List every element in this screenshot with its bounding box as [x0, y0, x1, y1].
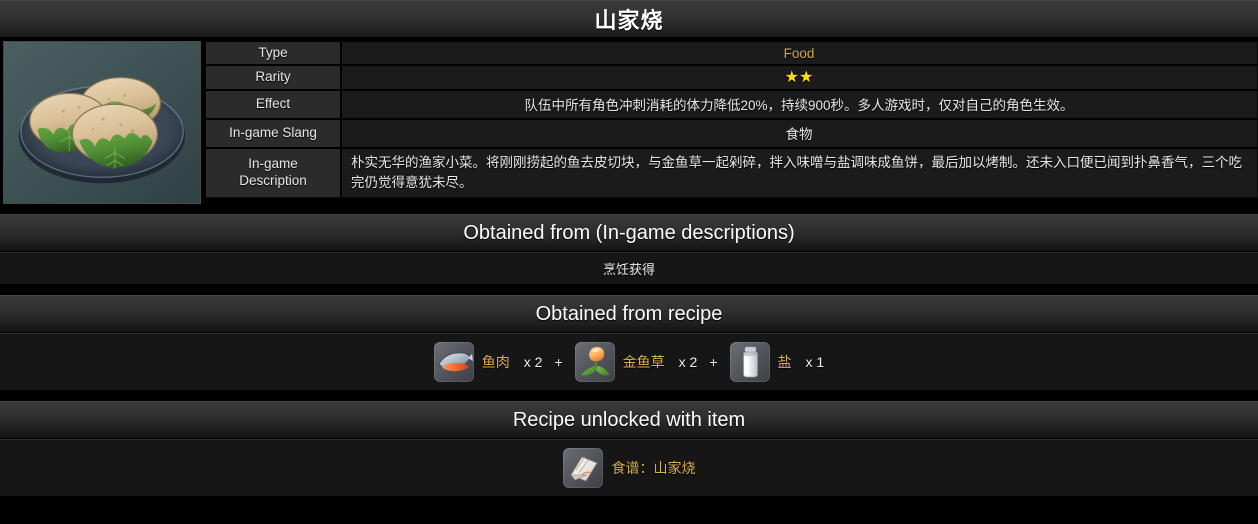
spacer — [0, 391, 1258, 401]
item-image-art — [4, 42, 200, 203]
item-image — [3, 41, 201, 204]
attribute-label-slang: In-game Slang — [204, 117, 342, 149]
attribute-value-rarity: ★★ — [339, 63, 1258, 91]
item-attributes-table: Type Food Rarity ★★ Effect 队伍中所有角色冲刺消耗的体… — [204, 40, 1258, 199]
table-row: Effect 队伍中所有角色冲刺消耗的体力降低20%，持续900秒。多人游戏时，… — [204, 88, 1258, 120]
plus-separator: + — [554, 354, 563, 370]
plus-separator: + — [709, 354, 718, 370]
list-item[interactable]: 鱼肉 x 2 — [433, 342, 543, 382]
section-body-obtained-from: 烹饪获得 — [0, 252, 1258, 285]
list-item[interactable]: 盐 x 1 — [729, 342, 825, 382]
recipe-book-icon — [562, 448, 603, 488]
section-header-obtained-from-recipe: Obtained from recipe — [0, 295, 1258, 333]
attribute-value-effect: 队伍中所有角色冲刺消耗的体力降低20%，持续900秒。多人游戏时，仅对自己的角色… — [339, 88, 1258, 120]
section-body-obtained-from-recipe: 鱼肉 x 2 + 金鱼草 x 2 + 盐 x 1 — [0, 333, 1258, 391]
salt-icon — [729, 342, 770, 382]
page-title-bar: 山家烧 — [0, 0, 1258, 38]
ingredient-qty: x 2 — [523, 354, 543, 370]
rarity-stars: ★★ — [784, 69, 814, 86]
recipe-item-name: 食谱：山家烧 — [611, 460, 696, 476]
table-row: In-game Slang 食物 — [204, 117, 1258, 149]
attribute-value-description: 朴实无华的渔家小菜。将刚刚捞起的鱼去皮切块，与金鱼草一起剁碎，拌入味噌与盐调味成… — [339, 146, 1258, 199]
list-item[interactable]: 金鱼草 x 2 — [574, 342, 698, 382]
ingredient-name: 鱼肉 — [481, 354, 510, 370]
list-item[interactable]: 食谱：山家烧 — [562, 440, 696, 496]
section-header-recipe-unlocked: Recipe unlocked with item — [0, 401, 1258, 439]
item-info-block: Type Food Rarity ★★ Effect 队伍中所有角色冲刺消耗的体… — [0, 38, 1258, 204]
ingredient-name: 金鱼草 — [622, 354, 665, 370]
attribute-value-type: Food — [339, 40, 1258, 66]
item-detail-page: 山家烧 Type Food Rarity ★★ Effect 队伍中所有角色冲刺… — [0, 0, 1258, 524]
recipe-ingredient-list: 鱼肉 x 2 + 金鱼草 x 2 + 盐 x 1 — [433, 334, 825, 390]
ingredient-qty: x 2 — [678, 354, 698, 370]
table-row: Rarity ★★ — [204, 63, 1258, 91]
type-value: Food — [783, 45, 815, 61]
obtained-from-text: 烹饪获得 — [602, 262, 655, 277]
section-body-recipe-unlocked: 食谱：山家烧 — [0, 439, 1258, 497]
ingredient-qty: x 1 — [805, 354, 825, 370]
spacer — [0, 204, 1258, 214]
attribute-value-slang: 食物 — [339, 117, 1258, 149]
table-row: Type Food — [204, 40, 1258, 66]
attribute-label-type: Type — [204, 40, 342, 66]
ingredient-name: 盐 — [777, 354, 792, 370]
attribute-label-effect: Effect — [204, 88, 342, 120]
snapdragon-icon — [574, 342, 615, 382]
attribute-label-description: In-game Description — [204, 146, 342, 199]
table-row: In-game Description 朴实无华的渔家小菜。将刚刚捞起的鱼去皮切… — [204, 146, 1258, 199]
spacer — [0, 285, 1258, 295]
section-header-obtained-from: Obtained from (In-game descriptions) — [0, 214, 1258, 252]
fish-meat-icon — [433, 342, 474, 382]
page-title: 山家烧 — [594, 8, 664, 33]
attribute-label-rarity: Rarity — [204, 63, 342, 91]
